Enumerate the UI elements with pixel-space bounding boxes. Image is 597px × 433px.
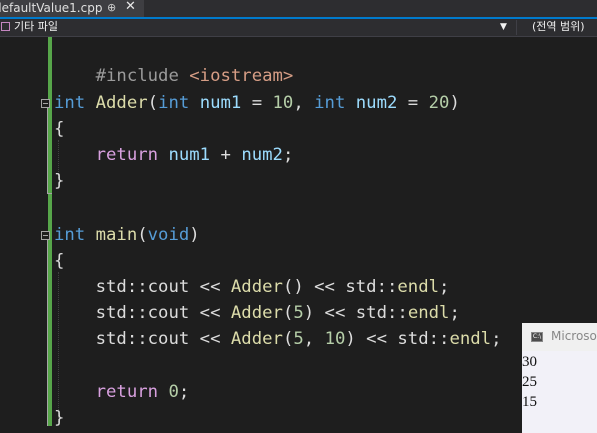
code-line: } xyxy=(54,168,64,194)
code-line-1: #include <iostream> xyxy=(95,66,294,86)
code-line: { xyxy=(54,116,64,142)
code-line: } xyxy=(54,405,64,426)
scope-dropdown[interactable]: (전역 범위) xyxy=(532,19,585,35)
code-line-12: } xyxy=(54,408,65,426)
outline-guide-end xyxy=(47,193,52,194)
document-tab[interactable]: defaultValue1.cpp ⊕ ✕ xyxy=(0,0,144,17)
console-output: 30 25 15 xyxy=(522,351,597,433)
code-line: { xyxy=(54,248,64,274)
document-tab-strip: defaultValue1.cpp ⊕ ✕ xyxy=(0,0,597,17)
collapse-icon[interactable] xyxy=(41,231,50,240)
chevron-down-icon[interactable]: ▼ xyxy=(500,19,507,35)
code-line: std::cout << Adder() << std::endl; xyxy=(95,277,450,297)
code-line-7: { xyxy=(54,251,65,271)
pin-icon[interactable]: ⊕ xyxy=(107,0,116,16)
navbar-divider xyxy=(516,20,517,35)
navigation-bar: 기타 파일 ▼ (전역 범위) xyxy=(0,19,597,37)
console-window[interactable]: C:\ Microsoft 30 25 15 xyxy=(522,323,597,433)
code-line: int Adder(int num1 = 10, int num2 = 20) xyxy=(54,93,460,113)
code-line: int main(void) xyxy=(54,225,200,245)
editor-margin xyxy=(0,37,38,426)
code-editor[interactable]: #include <iostream> int Adder(int num1 =… xyxy=(0,37,597,426)
console-output-line: 30 xyxy=(522,354,537,370)
code-line: return 0; xyxy=(95,382,190,402)
console-title: Microsoft xyxy=(551,329,597,343)
project-icon xyxy=(1,22,10,31)
tab-title: defaultValue1.cpp xyxy=(0,1,103,15)
outline-guide xyxy=(47,240,48,426)
close-tab-icon[interactable]: ✕ xyxy=(125,0,136,15)
collapse-icon[interactable] xyxy=(41,99,50,108)
code-line: #include <iostream> xyxy=(54,37,294,86)
code-line: std::cout << Adder(5, 10) << std::endl; xyxy=(95,329,502,349)
code-line-5: } xyxy=(54,171,65,191)
console-output-line: 15 xyxy=(522,394,537,410)
console-app-icon: C:\ xyxy=(531,332,543,342)
console-output-line: 25 xyxy=(522,374,537,390)
code-line: return num1 + num2; xyxy=(95,145,294,165)
code-line-3: { xyxy=(54,119,65,139)
outline-guide xyxy=(47,108,48,194)
project-dropdown[interactable]: 기타 파일 xyxy=(14,19,58,35)
code-line: std::cout << Adder(5) << std::endl; xyxy=(95,303,460,323)
console-titlebar[interactable]: C:\ Microsoft xyxy=(522,323,597,351)
